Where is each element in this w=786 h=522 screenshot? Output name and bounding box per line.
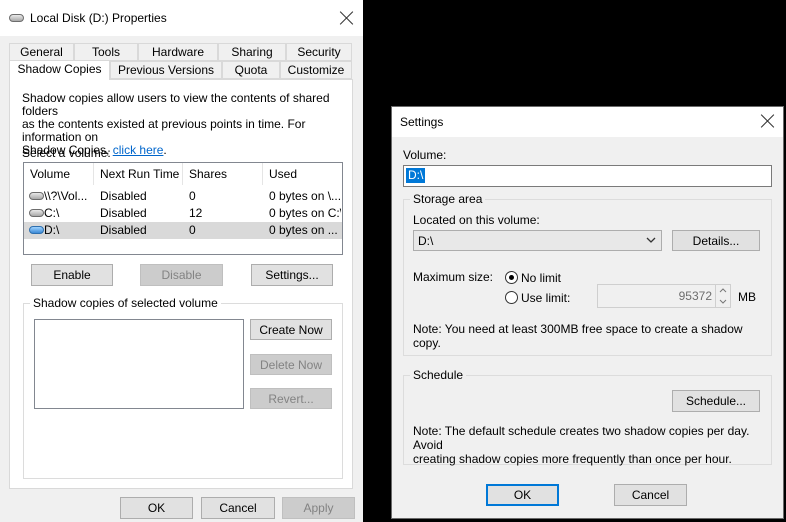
limit-input[interactable]: 95372 — [597, 284, 731, 308]
tab-general[interactable]: General — [9, 43, 74, 61]
spin-down-icon[interactable] — [719, 299, 727, 304]
tab-customize[interactable]: Customize — [280, 61, 352, 79]
volume-cell: \\?\Vol... — [44, 189, 88, 203]
used-cell: 0 bytes on ... — [269, 223, 338, 237]
no-limit-radio[interactable] — [505, 271, 518, 284]
spinner[interactable] — [715, 285, 730, 307]
shares-cell: 0 — [189, 189, 196, 203]
enable-button[interactable]: Enable — [31, 264, 113, 286]
schedule-note-line-1: Note: The default schedule creates two s… — [413, 424, 750, 452]
description-line-1: Shadow copies allow users to view the co… — [22, 91, 330, 118]
next-run-cell: Disabled — [100, 189, 147, 203]
revert-button[interactable]: Revert... — [250, 388, 332, 409]
spin-up-icon[interactable] — [719, 288, 727, 293]
drive-icon — [29, 226, 44, 234]
volume-field[interactable]: D:\ — [403, 165, 772, 187]
cancel-button[interactable]: Cancel — [201, 497, 275, 519]
group-label: Shadow copies of selected volume — [30, 296, 221, 310]
column-used[interactable]: Used — [263, 163, 344, 185]
schedule-note: Note: The default schedule creates two s… — [413, 424, 771, 466]
close-icon[interactable] — [340, 11, 354, 25]
schedule-button[interactable]: Schedule... — [672, 390, 760, 412]
tab-tools[interactable]: Tools — [74, 43, 138, 61]
properties-window: Local Disk (D:) Properties General Tools… — [0, 0, 363, 522]
volume-label: Volume: — [403, 148, 447, 162]
located-label: Located on this volume: — [413, 213, 540, 227]
unit-label: MB — [738, 290, 756, 304]
drive-icon — [9, 14, 24, 22]
click-here-link[interactable]: click here — [113, 143, 164, 157]
shadow-copies-list[interactable] — [34, 319, 244, 409]
apply-button[interactable]: Apply — [282, 497, 355, 519]
volume-cell: C:\ — [44, 206, 60, 220]
ok-button[interactable]: OK — [486, 484, 559, 506]
column-volume[interactable]: Volume — [24, 163, 94, 185]
settings-dialog: Settings Volume: D:\ Storage area Locate… — [391, 106, 784, 519]
close-icon[interactable] — [761, 114, 775, 128]
storage-area-label: Storage area — [410, 192, 486, 206]
shares-cell: 0 — [189, 223, 196, 237]
schedule-group: Schedule Schedule... Note: The default s… — [403, 368, 772, 466]
use-limit-radio[interactable] — [505, 291, 518, 304]
settings-titlebar: Settings — [392, 107, 783, 137]
used-cell: 0 bytes on C:\ — [269, 206, 341, 220]
schedule-label: Schedule — [410, 368, 467, 382]
details-button[interactable]: Details... — [672, 230, 760, 251]
shadow-copies-group: Shadow copies of selected volume Create … — [23, 296, 343, 479]
located-dropdown[interactable]: D:\ — [413, 230, 662, 251]
volume-value: D:\ — [406, 168, 426, 183]
located-value: D:\ — [418, 234, 434, 248]
no-limit-label[interactable]: No limit — [521, 271, 561, 285]
drive-icon — [29, 209, 44, 217]
dialog-title: Settings — [400, 115, 444, 129]
column-next-run-time[interactable]: Next Run Time — [94, 163, 183, 185]
settings-button[interactable]: Settings... — [251, 264, 333, 286]
schedule-note-line-2: creating shadow copies more frequently t… — [413, 452, 732, 466]
storage-note: Note: You need at least 300MB free space… — [413, 322, 743, 350]
limit-value: 95372 — [678, 289, 712, 303]
next-run-cell: Disabled — [100, 223, 147, 237]
tab-sharing[interactable]: Sharing — [218, 43, 286, 61]
volume-cell: D:\ — [44, 223, 60, 237]
tab-previous-versions[interactable]: Previous Versions — [110, 61, 222, 79]
create-now-button[interactable]: Create Now — [250, 319, 332, 340]
window-title: Local Disk (D:) Properties — [30, 11, 167, 25]
description-end: . — [163, 143, 167, 157]
chevron-down-icon — [646, 237, 656, 243]
used-cell: 0 bytes on \... — [269, 189, 341, 203]
description-line-2: as the contents existed at previous poin… — [22, 117, 306, 144]
properties-titlebar: Local Disk (D:) Properties — [0, 0, 363, 36]
max-size-label: Maximum size: — [413, 270, 494, 284]
tab-quota[interactable]: Quota — [222, 61, 280, 79]
shares-cell: 12 — [189, 206, 203, 220]
use-limit-label[interactable]: Use limit: — [521, 291, 570, 305]
select-volume-label: Select a volume: — [22, 146, 111, 160]
delete-now-button[interactable]: Delete Now — [250, 354, 332, 375]
cancel-button[interactable]: Cancel — [614, 484, 687, 506]
volume-list[interactable]: Volume Next Run Time Shares Used \\?\Vol… — [23, 162, 343, 255]
tab-hardware[interactable]: Hardware — [138, 43, 218, 61]
tab-shadow-copies[interactable]: Shadow Copies — [9, 60, 110, 80]
column-shares[interactable]: Shares — [183, 163, 263, 185]
shadow-copies-panel: Shadow copies allow users to view the co… — [9, 79, 353, 489]
drive-icon — [29, 192, 44, 200]
storage-area-group: Storage area Located on this volume: D:\… — [403, 192, 772, 356]
tab-security[interactable]: Security — [286, 43, 352, 61]
disable-button[interactable]: Disable — [140, 264, 223, 286]
ok-button[interactable]: OK — [120, 497, 193, 519]
next-run-cell: Disabled — [100, 206, 147, 220]
